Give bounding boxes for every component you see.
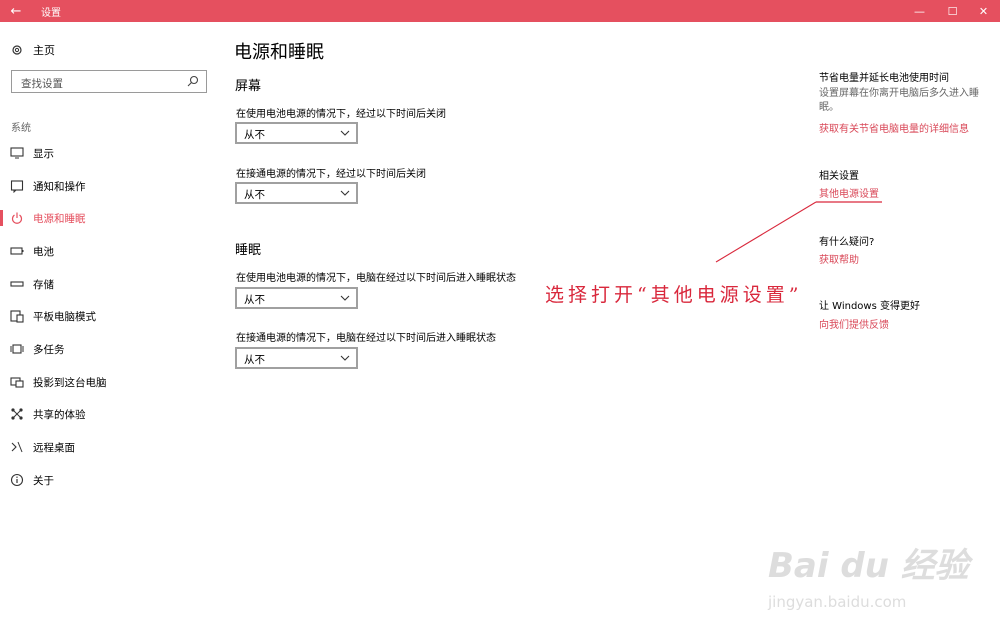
- screen-heading: 屏幕: [235, 79, 262, 94]
- page-title: 电源和睡眠: [234, 42, 324, 63]
- sidebar-item-label: 显示: [33, 147, 54, 160]
- screen-battery-label: 在使用电池电源的情况下，经过以下时间后关闭: [236, 109, 446, 120]
- feedback-heading: 让 Windows 变得更好: [819, 301, 920, 312]
- watermark-logo: Bai du 经验: [768, 546, 969, 586]
- sidebar-item-label: 存储: [33, 278, 54, 291]
- sidebar-item[interactable]: 关于: [0, 470, 215, 490]
- search-box[interactable]: 查找设置: [11, 70, 207, 93]
- battery-tip-link[interactable]: 获取有关节省电脑电量的详细信息: [819, 120, 969, 135]
- get-help-link[interactable]: 获取帮助: [819, 251, 859, 266]
- annotation-pointer-line: [715, 201, 817, 263]
- sidebar-item[interactable]: 显示: [0, 143, 215, 163]
- sleep-battery-label: 在使用电池电源的情况下，电脑在经过以下时间后进入睡眠状态: [236, 273, 516, 284]
- multitask-icon: [10, 342, 24, 356]
- sidebar-item-label: 平板电脑模式: [33, 310, 96, 323]
- remote-icon: [10, 440, 24, 454]
- sidebar-item-label: 电池: [33, 245, 54, 258]
- sidebar-item[interactable]: 通知和操作: [0, 176, 215, 196]
- project-icon: [10, 375, 24, 389]
- sidebar-item-label: 远程桌面: [33, 441, 75, 454]
- window-title: 设置: [41, 8, 61, 19]
- dropdown-value: 从不: [244, 294, 265, 306]
- screen-plugged-label: 在接通电源的情况下，经过以下时间后关闭: [236, 169, 426, 180]
- screen-plugged-dropdown[interactable]: 从不: [235, 182, 358, 204]
- sidebar-item-label: 电源和睡眠: [33, 212, 86, 225]
- sidebar-item-label: 投影到这台电脑: [33, 376, 107, 389]
- sleep-plugged-label: 在接通电源的情况下，电脑在经过以下时间后进入睡眠状态: [236, 333, 496, 344]
- sidebar-item-label: 通知和操作: [33, 180, 86, 193]
- minimize-button[interactable]: —: [903, 0, 936, 22]
- chevron-down-icon: [340, 355, 350, 361]
- close-button[interactable]: ✕: [967, 0, 1000, 22]
- title-bar: ← 设置 — ☐ ✕: [0, 0, 1000, 22]
- sidebar-item[interactable]: 电源和睡眠: [0, 208, 215, 228]
- sidebar-item[interactable]: 电池: [0, 241, 215, 261]
- annotation-text: 选择打开“其他电源设置”: [545, 284, 803, 306]
- monitor-icon: [10, 146, 24, 160]
- sidebar-item[interactable]: 存储: [0, 274, 215, 294]
- chevron-down-icon: [340, 295, 350, 301]
- sidebar-item[interactable]: 平板电脑模式: [0, 306, 215, 326]
- sleep-battery-dropdown[interactable]: 从不: [235, 287, 358, 309]
- battery-tip-heading: 节省电量并延长电池使用时间: [819, 73, 949, 84]
- sidebar-item[interactable]: 投影到这台电脑: [0, 372, 215, 392]
- sleep-plugged-dropdown[interactable]: 从不: [235, 347, 358, 369]
- question-heading: 有什么疑问?: [819, 237, 875, 248]
- home-label: 主页: [33, 44, 55, 57]
- related-settings-heading: 相关设置: [819, 171, 859, 182]
- info-icon: [10, 473, 24, 487]
- feedback-link[interactable]: 向我们提供反馈: [819, 316, 889, 331]
- watermark-url: jingyan.baidu.com: [768, 593, 907, 611]
- battery-tip-text: 设置屏幕在你离开电脑后多久进入睡眠。: [819, 88, 979, 113]
- dropdown-value: 从不: [244, 129, 265, 141]
- section-label-system: 系统: [11, 123, 31, 134]
- other-power-settings-link[interactable]: 其他电源设置: [819, 185, 879, 200]
- dropdown-value: 从不: [244, 189, 265, 201]
- sidebar-item-label: 共享的体验: [33, 408, 86, 421]
- home-link[interactable]: 主页: [11, 42, 55, 58]
- chevron-down-icon: [340, 190, 350, 196]
- chevron-down-icon: [340, 130, 350, 136]
- tablet-icon: [10, 309, 24, 323]
- sidebar-item-label: 多任务: [33, 343, 65, 356]
- sidebar-item-label: 关于: [33, 474, 54, 487]
- screen-battery-dropdown[interactable]: 从不: [235, 122, 358, 144]
- sleep-heading: 睡眠: [235, 243, 262, 258]
- battery-icon: [10, 244, 24, 258]
- sidebar-item[interactable]: 共享的体验: [0, 404, 215, 424]
- storage-icon: [10, 277, 24, 291]
- maximize-button[interactable]: ☐: [936, 0, 969, 22]
- dropdown-value: 从不: [244, 354, 265, 366]
- sidebar-item[interactable]: 远程桌面: [0, 437, 215, 457]
- power-icon: [10, 211, 24, 225]
- gear-icon: [12, 45, 22, 55]
- search-icon[interactable]: [186, 74, 200, 88]
- sidebar-item[interactable]: 多任务: [0, 339, 215, 359]
- active-indicator: [0, 210, 3, 226]
- back-button[interactable]: ←: [0, 0, 32, 22]
- share-icon: [10, 407, 24, 421]
- notification-icon: [10, 179, 24, 193]
- search-input[interactable]: 查找设置: [21, 76, 63, 91]
